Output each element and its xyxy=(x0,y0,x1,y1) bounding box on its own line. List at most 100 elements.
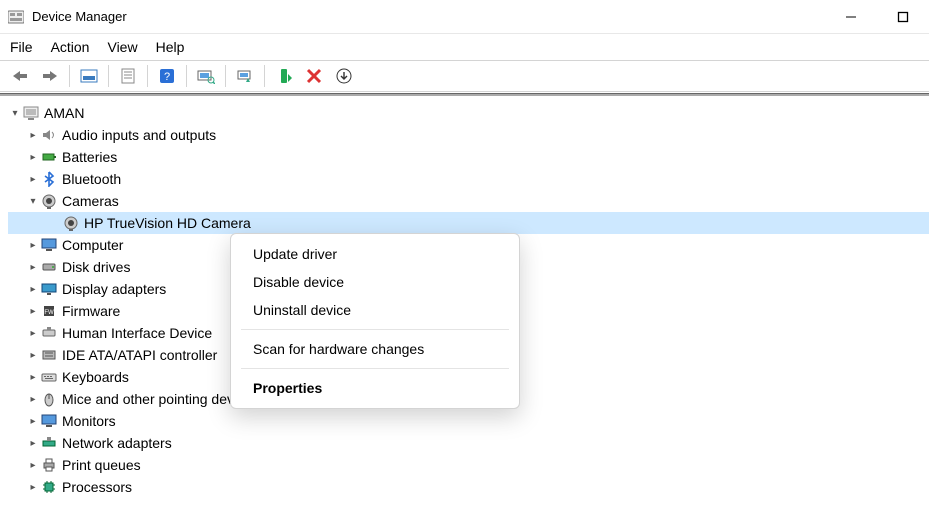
tree-node-printq[interactable]: ▸ Print queues xyxy=(8,454,929,476)
svg-text:FW: FW xyxy=(44,310,54,316)
tree-node-label: Audio inputs and outputs xyxy=(62,127,216,143)
menu-help[interactable]: Help xyxy=(156,39,185,55)
camera-icon xyxy=(62,214,80,232)
chevron-right-icon[interactable]: ▸ xyxy=(26,262,40,273)
tree-node-label: Keyboards xyxy=(62,369,129,385)
tree-node-label: Firmware xyxy=(62,303,120,319)
chevron-right-icon[interactable]: ▸ xyxy=(26,240,40,251)
tree-node-processors[interactable]: ▸ Processors xyxy=(8,476,929,498)
printer-icon xyxy=(40,456,58,474)
camera-icon xyxy=(40,192,58,210)
menubar: File Action View Help xyxy=(0,34,929,60)
tree-node-cameras[interactable]: ▾ Cameras xyxy=(8,190,929,212)
window-controls xyxy=(833,2,921,32)
network-icon xyxy=(40,434,58,452)
update-driver-button[interactable] xyxy=(231,63,259,89)
hid-icon xyxy=(40,324,58,342)
toolbar-separator xyxy=(108,65,109,87)
chevron-right-icon[interactable]: ▸ xyxy=(26,130,40,141)
chevron-right-icon[interactable]: ▸ xyxy=(26,416,40,427)
tree-node-label: Print queues xyxy=(62,457,141,473)
uninstall-button[interactable] xyxy=(300,63,328,89)
tree-node-monitors[interactable]: ▸ Monitors xyxy=(8,410,929,432)
context-uninstall-device[interactable]: Uninstall device xyxy=(231,296,519,324)
chevron-right-icon[interactable]: ▸ xyxy=(26,438,40,449)
display-adapter-icon xyxy=(40,280,58,298)
context-properties[interactable]: Properties xyxy=(231,374,519,402)
disk-icon xyxy=(40,258,58,276)
titlebar: Device Manager xyxy=(0,0,929,34)
menu-file[interactable]: File xyxy=(10,39,33,55)
chevron-down-icon[interactable]: ▾ xyxy=(8,108,22,119)
chevron-right-icon[interactable]: ▸ xyxy=(26,328,40,339)
context-separator xyxy=(241,368,509,369)
context-menu: Update driver Disable device Uninstall d… xyxy=(230,233,520,409)
menu-view[interactable]: View xyxy=(107,39,137,55)
tree-node-label: Monitors xyxy=(62,413,116,429)
monitor-icon xyxy=(40,236,58,254)
toolbar-separator xyxy=(225,65,226,87)
chevron-right-icon[interactable]: ▸ xyxy=(26,372,40,383)
tree-node-label: Display adapters xyxy=(62,281,166,297)
toolbar-separator xyxy=(147,65,148,87)
forward-button[interactable] xyxy=(36,63,64,89)
back-button[interactable] xyxy=(6,63,34,89)
tree-node-audio[interactable]: ▸ Audio inputs and outputs xyxy=(8,124,929,146)
toolbar: ? xyxy=(0,60,929,92)
tree-node-label: Processors xyxy=(62,479,132,495)
keyboard-icon xyxy=(40,368,58,386)
toolbar-separator xyxy=(69,65,70,87)
menu-action[interactable]: Action xyxy=(51,39,90,55)
tree-node-label: IDE ATA/ATAPI controller xyxy=(62,347,217,363)
tree-node-label: Batteries xyxy=(62,149,117,165)
tree-node-batteries[interactable]: ▸ Batteries xyxy=(8,146,929,168)
device-manager-icon xyxy=(8,9,24,25)
tree-node-network[interactable]: ▸ Network adapters xyxy=(8,432,929,454)
chevron-right-icon[interactable]: ▸ xyxy=(26,460,40,471)
context-update-driver[interactable]: Update driver xyxy=(231,240,519,268)
tree-node-label: HP TrueVision HD Camera xyxy=(84,215,251,231)
tree-node-bluetooth[interactable]: ▸ Bluetooth xyxy=(8,168,929,190)
tree-node-label: Human Interface Device xyxy=(62,325,212,341)
monitor-icon xyxy=(40,412,58,430)
properties-button[interactable] xyxy=(114,63,142,89)
maximize-button[interactable] xyxy=(885,2,921,32)
firmware-icon: FW xyxy=(40,302,58,320)
chevron-right-icon[interactable]: ▸ xyxy=(26,394,40,405)
show-hide-tree-button[interactable] xyxy=(75,63,103,89)
help-button[interactable]: ? xyxy=(153,63,181,89)
chevron-right-icon[interactable]: ▸ xyxy=(26,284,40,295)
ide-icon xyxy=(40,346,58,364)
mouse-icon xyxy=(40,390,58,408)
chevron-right-icon[interactable]: ▸ xyxy=(26,306,40,317)
chevron-right-icon[interactable]: ▸ xyxy=(26,482,40,493)
cpu-icon xyxy=(40,478,58,496)
speaker-icon xyxy=(40,126,58,144)
tree-node-label: Computer xyxy=(62,237,123,253)
context-scan-hardware[interactable]: Scan for hardware changes xyxy=(231,335,519,363)
chevron-down-icon[interactable]: ▾ xyxy=(26,196,40,207)
svg-text:?: ? xyxy=(164,71,170,83)
computer-icon xyxy=(22,104,40,122)
battery-icon xyxy=(40,148,58,166)
tree-node-label: Bluetooth xyxy=(62,171,121,187)
down-button[interactable] xyxy=(330,63,358,89)
tree-node-label: Disk drives xyxy=(62,259,130,275)
toolbar-separator xyxy=(264,65,265,87)
chevron-right-icon[interactable]: ▸ xyxy=(26,174,40,185)
toolbar-separator xyxy=(186,65,187,87)
chevron-right-icon[interactable]: ▸ xyxy=(26,152,40,163)
bluetooth-icon xyxy=(40,170,58,188)
tree-node-camera-device[interactable]: HP TrueVision HD Camera xyxy=(8,212,929,234)
scan-hardware-button[interactable] xyxy=(192,63,220,89)
tree-node-label: Network adapters xyxy=(62,435,172,451)
minimize-button[interactable] xyxy=(833,2,869,32)
tree-node-label: Cameras xyxy=(62,193,119,209)
tree-root-label: AMAN xyxy=(44,105,84,121)
context-separator xyxy=(241,329,509,330)
disable-button[interactable] xyxy=(270,63,298,89)
chevron-right-icon[interactable]: ▸ xyxy=(26,350,40,361)
context-disable-device[interactable]: Disable device xyxy=(231,268,519,296)
window-title: Device Manager xyxy=(32,9,127,24)
tree-root[interactable]: ▾ AMAN xyxy=(8,102,929,124)
